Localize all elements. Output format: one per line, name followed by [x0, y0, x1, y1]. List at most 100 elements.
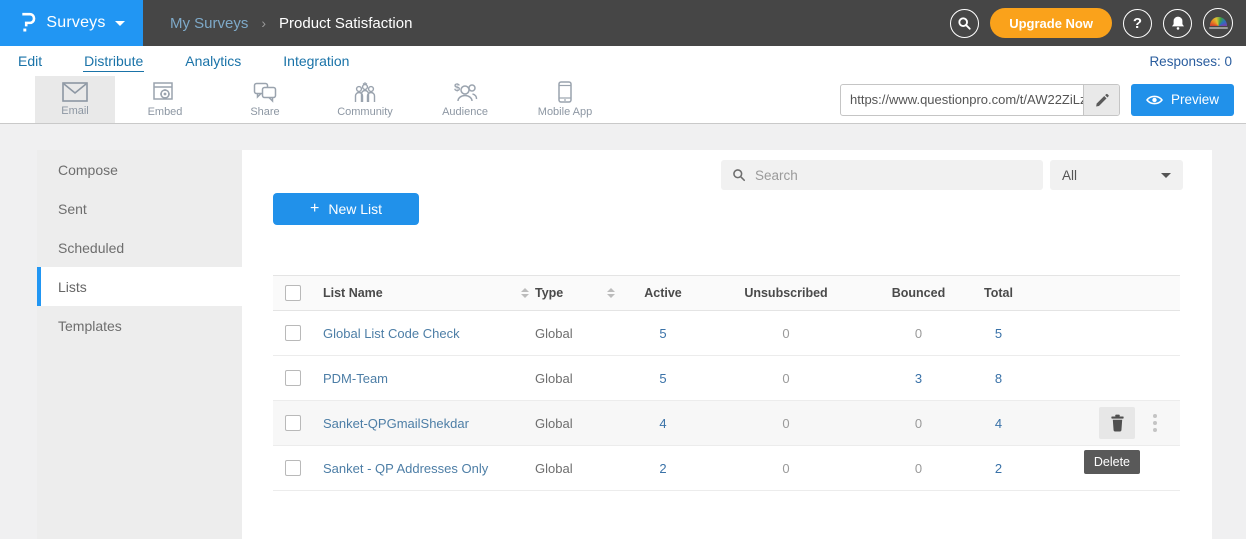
edit-url-button[interactable] — [1083, 85, 1119, 115]
sidebar-item-sent[interactable]: Sent — [37, 189, 242, 228]
share-bubbles-icon — [253, 82, 277, 103]
unsubscribed-count: 0 — [701, 326, 871, 341]
list-type: Global — [535, 461, 573, 476]
table-row: Sanket-QPGmailShekdar Global 4 0 0 4 Del… — [273, 401, 1180, 446]
list-search — [721, 160, 1043, 190]
channel-label: Audience — [442, 106, 488, 118]
sidebar-item-templates[interactable]: Templates — [37, 306, 242, 345]
channel-label: Email — [61, 105, 89, 117]
breadcrumb-current: Product Satisfaction — [279, 15, 412, 32]
total-count[interactable]: 8 — [966, 371, 1031, 386]
bell-icon — [1170, 15, 1186, 31]
email-sidebar: Compose Sent Scheduled Lists Templates — [37, 150, 242, 539]
preview-button[interactable]: Preview — [1131, 84, 1234, 116]
bounced-count: 0 — [871, 416, 966, 431]
channel-label: Share — [250, 106, 279, 118]
table-row: Sanket - QP Addresses Only Global 2 0 0 … — [273, 446, 1180, 491]
column-header-type[interactable]: Type — [535, 286, 563, 300]
survey-url-value[interactable]: https://www.questionpro.com/t/AW22ZiLz6 — [841, 85, 1083, 115]
help-button[interactable]: ? — [1123, 9, 1152, 38]
embed-window-icon — [153, 82, 177, 103]
help-icon: ? — [1133, 15, 1142, 32]
survey-nav: Edit Distribute Analytics Integration Re… — [0, 46, 1246, 76]
new-list-button[interactable]: + New List — [273, 193, 419, 225]
select-all-checkbox[interactable] — [285, 285, 301, 301]
table-row: PDM-Team Global 5 0 3 8 — [273, 356, 1180, 401]
channel-email[interactable]: Email — [35, 76, 115, 123]
list-name-link[interactable]: Sanket - QP Addresses Only — [323, 461, 488, 476]
list-name-link[interactable]: Sanket-QPGmailShekdar — [323, 416, 469, 431]
table-header-row: List Name Type Active Unsubscribed Bounc… — [273, 275, 1180, 311]
header-actions: Upgrade Now ? — [950, 8, 1246, 38]
survey-url-box: https://www.questionpro.com/t/AW22ZiLz6 — [840, 84, 1120, 116]
column-header-list-name[interactable]: List Name — [323, 286, 383, 300]
channel-share[interactable]: Share — [215, 76, 315, 123]
unsubscribed-count: 0 — [701, 461, 871, 476]
row-menu-button[interactable] — [1150, 410, 1160, 436]
unsubscribed-count: 0 — [701, 416, 871, 431]
svg-text:$: $ — [454, 82, 460, 94]
top-header: Surveys My Surveys › Product Satisfactio… — [0, 0, 1246, 46]
app-title: Surveys — [46, 14, 105, 32]
sidebar-item-scheduled[interactable]: Scheduled — [37, 228, 242, 267]
search-button[interactable] — [950, 9, 979, 38]
active-count[interactable]: 2 — [625, 461, 701, 476]
filter-value: All — [1062, 168, 1077, 183]
tab-analytics[interactable]: Analytics — [184, 51, 242, 71]
row-checkbox[interactable] — [285, 370, 301, 386]
upgrade-now-button[interactable]: Upgrade Now — [990, 8, 1112, 38]
bounced-count: 0 — [871, 461, 966, 476]
total-count[interactable]: 5 — [966, 326, 1031, 341]
active-count[interactable]: 5 — [625, 371, 701, 386]
product-switcher[interactable]: Surveys — [0, 0, 143, 46]
notifications-button[interactable] — [1163, 9, 1192, 38]
search-icon — [732, 168, 746, 182]
responses-count: Responses: 0 — [1149, 54, 1232, 69]
list-filter-dropdown[interactable]: All — [1050, 160, 1183, 190]
toolbar-right: https://www.questionpro.com/t/AW22ZiLz6 … — [840, 76, 1246, 123]
active-count[interactable]: 5 — [625, 326, 701, 341]
list-name-link[interactable]: Global List Code Check — [323, 326, 460, 341]
channel-audience[interactable]: $ Audience — [415, 76, 515, 123]
total-count[interactable]: 4 — [966, 416, 1031, 431]
active-count[interactable]: 4 — [625, 416, 701, 431]
delete-list-button[interactable] — [1099, 407, 1135, 439]
chevron-down-icon — [115, 21, 125, 26]
sort-arrows-icon[interactable] — [521, 288, 529, 298]
channel-community[interactable]: Community — [315, 76, 415, 123]
eye-icon — [1146, 94, 1163, 106]
channel-label: Mobile App — [538, 106, 592, 118]
sidebar-item-lists[interactable]: Lists — [37, 267, 242, 306]
column-header-bounced: Bounced — [871, 286, 966, 300]
list-type: Global — [535, 326, 573, 341]
channel-label: Community — [337, 106, 393, 118]
questionpro-logo-icon — [18, 9, 37, 38]
gauge-avatar-icon — [1210, 17, 1227, 26]
tab-distribute[interactable]: Distribute — [83, 51, 144, 72]
sidebar-item-compose[interactable]: Compose — [37, 150, 242, 189]
lists-panel: All + New List List Name Type Active Uns… — [242, 150, 1212, 539]
list-name-link[interactable]: PDM-Team — [323, 371, 388, 386]
mobile-phone-icon — [558, 81, 572, 103]
audience-dollar-icon: $ — [452, 82, 478, 103]
bounced-count[interactable]: 3 — [871, 371, 966, 386]
chevron-down-icon — [1161, 173, 1171, 178]
column-header-active: Active — [625, 286, 701, 300]
row-checkbox[interactable] — [285, 460, 301, 476]
lists-table: List Name Type Active Unsubscribed Bounc… — [273, 275, 1180, 491]
sort-arrows-icon[interactable] — [607, 288, 615, 298]
row-checkbox[interactable] — [285, 415, 301, 431]
row-checkbox[interactable] — [285, 325, 301, 341]
breadcrumb: My Surveys › Product Satisfaction — [170, 15, 412, 32]
account-avatar[interactable] — [1203, 8, 1233, 38]
search-input[interactable] — [755, 168, 1032, 183]
breadcrumb-parent[interactable]: My Surveys — [170, 15, 248, 32]
column-header-total: Total — [966, 286, 1031, 300]
channel-mobile-app[interactable]: Mobile App — [515, 76, 615, 123]
gauge-base — [1209, 27, 1228, 29]
tab-edit[interactable]: Edit — [17, 51, 43, 71]
tab-integration[interactable]: Integration — [282, 51, 350, 71]
total-count[interactable]: 2 — [966, 461, 1031, 476]
channel-embed[interactable]: Embed — [115, 76, 215, 123]
community-people-icon — [352, 82, 378, 103]
